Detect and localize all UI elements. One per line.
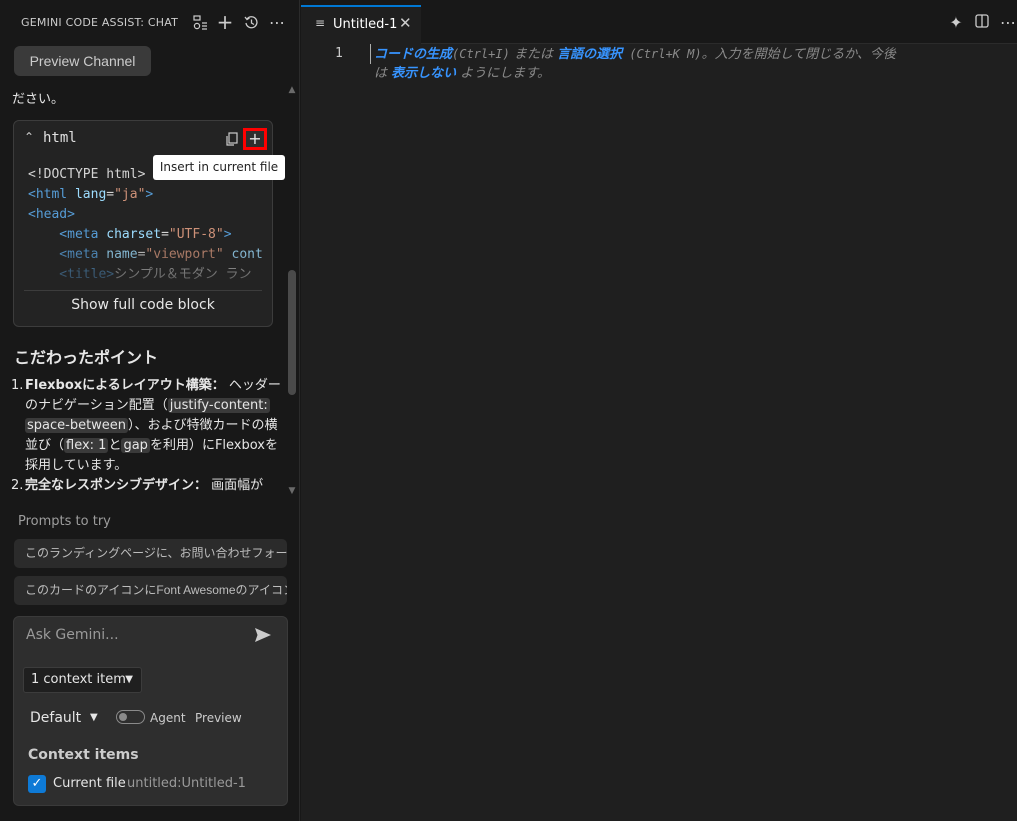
divider — [24, 290, 262, 291]
code-token: charset — [106, 227, 162, 242]
code-block-header: ⌃ html + — [14, 121, 272, 157]
suggested-prompt[interactable]: このカードのアイコンにFont Awesomeのアイコンを使って — [14, 576, 287, 605]
suggested-prompt[interactable]: このランディングページに、お問い合わせフォームを追加して — [14, 539, 287, 568]
preview-channel-button[interactable]: Preview Channel — [14, 46, 151, 76]
sidebar-title: GEMINI CODE ASSIST: CHAT — [21, 16, 179, 29]
list-item-line: 採用しています。 — [25, 458, 128, 473]
section-heading: こだわったポイント — [14, 348, 159, 367]
code-token: = — [106, 187, 115, 202]
chat-input-area: Ask Gemini... 1 context item ▼ Default ▼… — [13, 616, 288, 806]
context-file-name: untitled:Untitled-1 — [127, 776, 246, 791]
chat-history-icon[interactable] — [191, 13, 209, 31]
chevron-down-icon: ▼ — [125, 674, 133, 685]
code-token: = — [161, 227, 169, 242]
code-token: > — [223, 227, 232, 242]
code-line: <html lang="ja"> — [28, 185, 263, 205]
hint-row: は 表示しない ようにします。 — [374, 64, 936, 84]
list-item-line: のナビゲーション配置（ justify-content: — [25, 398, 270, 413]
select-language-link[interactable]: 言語の選択 — [557, 47, 622, 62]
code-token: <html — [28, 187, 75, 202]
list-item-line: 完全なレスポンシブデザイン： 画面幅が — [25, 478, 264, 493]
code-token: "UTF-8" — [168, 227, 224, 242]
sidebar-header: GEMINI CODE ASSIST: CHAT + ⋯ — [0, 0, 300, 44]
model-select[interactable]: Default — [30, 710, 81, 726]
shortcut-text: (Ctrl+I) — [452, 47, 510, 61]
insert-in-file-button[interactable]: + — [243, 128, 267, 150]
tab-untitled-1[interactable]: ≡ Untitled-1 ✕ — [301, 5, 421, 44]
list-number: 2. — [11, 478, 24, 493]
code-block: ⌃ html + <!DOCTYPE html> <html lang="ja">… — [13, 120, 273, 327]
scroll-up-arrow-icon[interactable]: ▲ — [287, 85, 297, 95]
editor-tab-bar: ≡ Untitled-1 ✕ ✦ ⋯ — [301, 0, 1017, 44]
hint-text: 。入力を開始して閉じるか、今後 — [701, 47, 896, 62]
new-chat-icon[interactable]: + — [216, 10, 234, 34]
insert-tooltip: Insert in current file — [153, 155, 285, 180]
scrollbar-thumb[interactable] — [288, 270, 296, 395]
code-line: <head> — [28, 205, 263, 225]
editor-area[interactable]: 1 コードの生成(Ctrl+I) または 言語の選択 (Ctrl+K M)。入力… — [301, 44, 1017, 821]
code-token: lang — [74, 187, 107, 202]
list-item-line: 並び（ flex: 1 と gap を利用）にFlexboxを — [25, 438, 279, 453]
copy-code-icon[interactable] — [225, 131, 239, 146]
split-editor-icon[interactable] — [973, 13, 991, 31]
agent-toggle[interactable] — [116, 710, 145, 724]
show-full-code-button[interactable]: Show full code block — [14, 297, 272, 313]
hint-text: は — [374, 66, 392, 81]
more-actions-icon[interactable]: ⋯ — [999, 13, 1017, 32]
generate-code-link[interactable]: コードの生成 — [374, 47, 452, 62]
message-text-fragment: ださい。 — [12, 92, 65, 107]
sparkle-icon[interactable]: ✦ — [947, 13, 965, 32]
text-cursor — [370, 44, 371, 64]
toggle-knob — [119, 713, 127, 721]
close-icon[interactable]: ✕ — [399, 14, 412, 32]
send-icon[interactable] — [254, 627, 274, 645]
ask-gemini-input[interactable]: Ask Gemini... — [26, 627, 246, 643]
context-dropdown-label: 1 context item — [31, 672, 126, 687]
code-fade-overlay — [14, 241, 272, 291]
hint-text: ようにします。 — [456, 66, 550, 81]
file-lines-icon: ≡ — [315, 16, 326, 30]
history-icon[interactable] — [242, 13, 260, 31]
list-item-line: Flexboxによるレイアウト構築： ヘッダー — [25, 378, 281, 393]
dont-show-link[interactable]: 表示しない — [391, 66, 456, 81]
code-token: <head> — [28, 207, 75, 222]
hint-text: または — [509, 47, 558, 62]
agent-label: Agent — [150, 711, 186, 725]
chat-messages[interactable]: ださい。 ⌃ html + <!DOCTYPE html> <html lang=… — [0, 80, 300, 500]
context-file-label: Current file — [53, 776, 126, 791]
line-number: 1 — [335, 46, 343, 61]
hint-row: コードの生成(Ctrl+I) または 言語の選択 (Ctrl+K M)。入力を開… — [374, 44, 936, 64]
code-token: <meta — [28, 227, 107, 242]
prompts-label: Prompts to try — [18, 514, 111, 529]
context-items-title: Context items — [28, 747, 139, 763]
code-token: "ja" — [114, 187, 146, 202]
expand-code-icon[interactable]: ⌃ — [24, 130, 34, 144]
code-token: > — [145, 187, 154, 202]
context-file-checkbox[interactable]: ✓ — [28, 775, 46, 793]
scroll-down-arrow-icon[interactable]: ▼ — [287, 486, 297, 496]
code-token: <!DOCTYPE html> — [28, 167, 146, 182]
more-actions-icon[interactable]: ⋯ — [268, 13, 286, 32]
shortcut-text: (Ctrl+K M) — [622, 47, 702, 61]
preview-label: Preview — [195, 711, 242, 725]
code-language: html — [43, 130, 77, 146]
chat-sidebar: GEMINI CODE ASSIST: CHAT + ⋯ Preview Cha… — [0, 0, 300, 821]
tab-label: Untitled-1 — [333, 17, 398, 32]
list-item-line: space-between ）、および特徴カードの横 — [25, 418, 278, 433]
list-number: 1. — [11, 378, 24, 393]
chevron-down-icon[interactable]: ▼ — [90, 712, 98, 723]
context-items-dropdown[interactable]: 1 context item ▼ — [23, 667, 142, 693]
editor-hint: コードの生成(Ctrl+I) または 言語の選択 (Ctrl+K M)。入力を開… — [374, 44, 936, 84]
